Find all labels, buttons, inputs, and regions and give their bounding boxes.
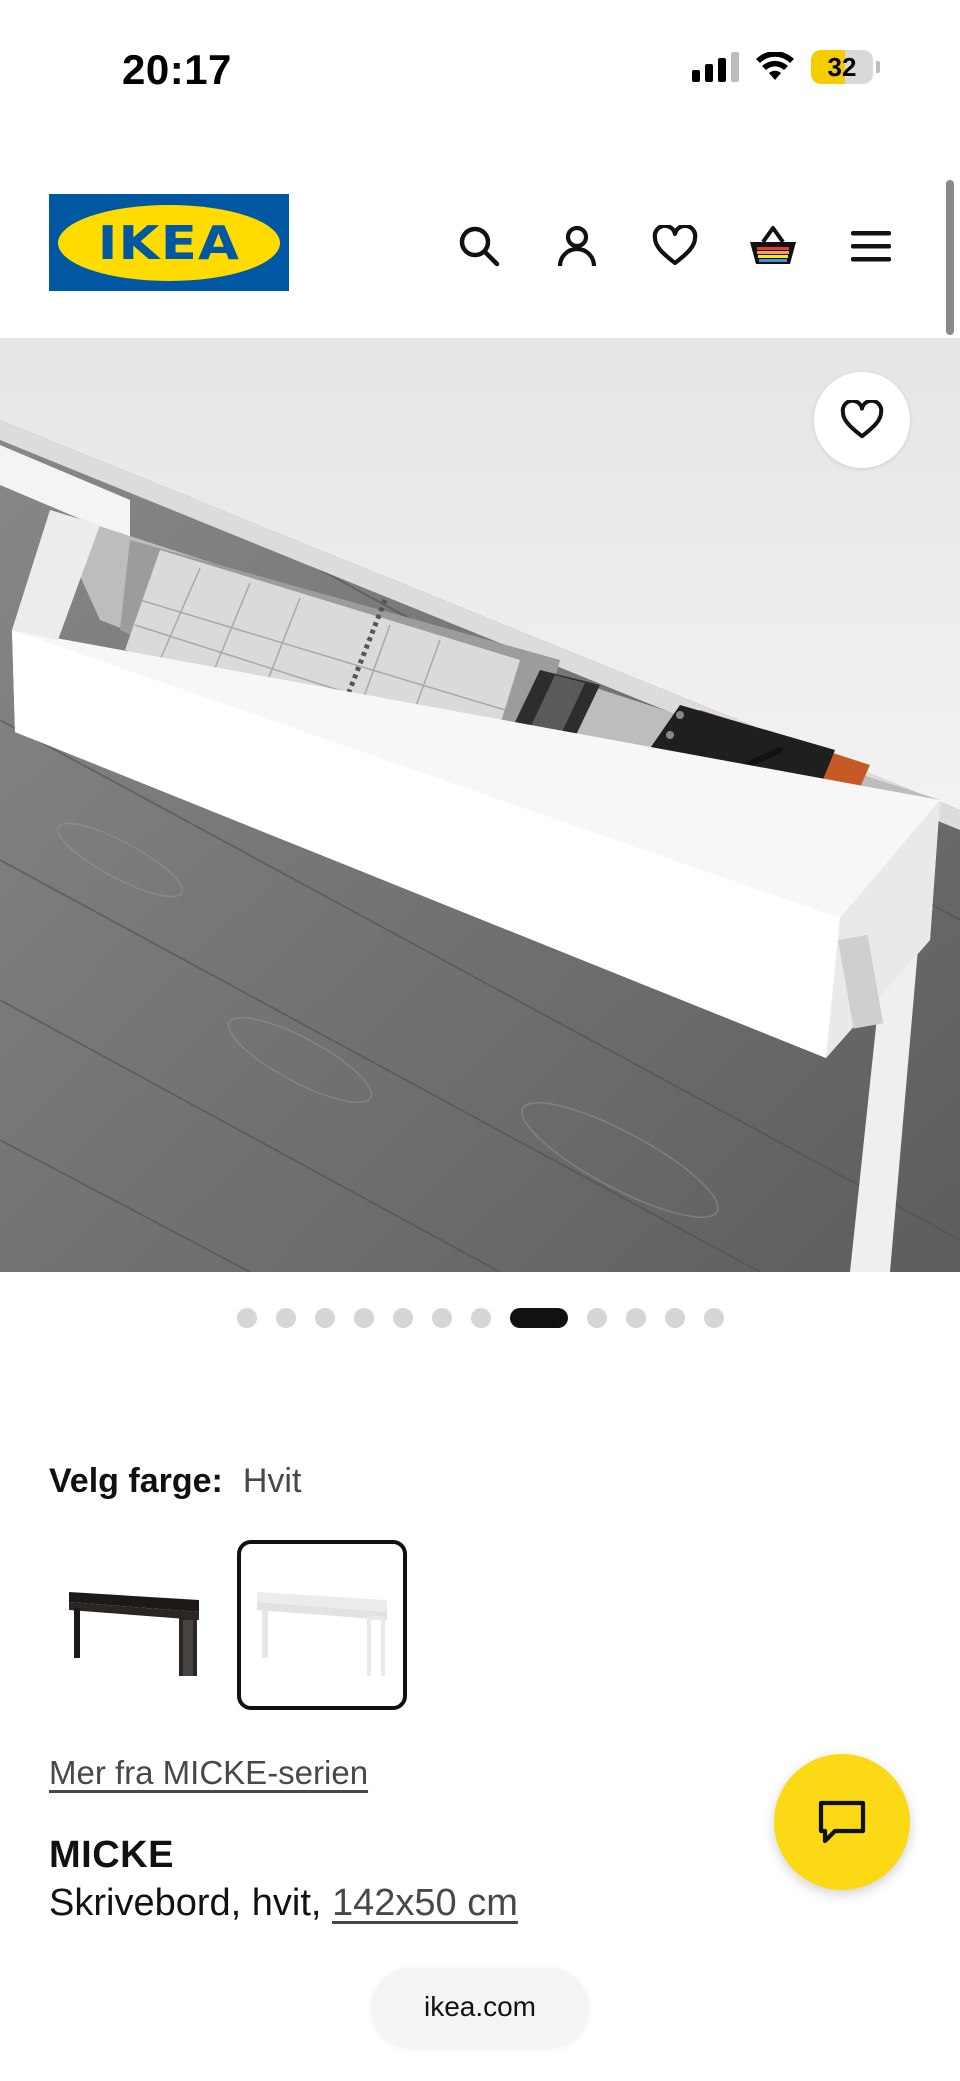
- wifi-icon: [756, 52, 794, 80]
- color-swatches: [49, 1540, 407, 1710]
- status-icons: 32: [692, 50, 880, 84]
- carousel-dot[interactable]: [703, 1308, 724, 1328]
- carousel-dot[interactable]: [664, 1308, 685, 1328]
- status-bar: 20:17 32: [0, 0, 960, 140]
- carousel-dot[interactable]: [586, 1308, 607, 1328]
- cart-icon[interactable]: [724, 216, 822, 276]
- color-option-white[interactable]: [237, 1540, 407, 1710]
- product-description-text: Skrivebord, hvit,: [49, 1882, 322, 1924]
- chat-button[interactable]: [774, 1754, 910, 1890]
- browser-url-bar[interactable]: ikea.com: [372, 1968, 588, 2046]
- color-label-value: Hvit: [242, 1462, 302, 1500]
- heart-icon: [840, 400, 884, 439]
- product-description: Skrivebord, hvit, 142x50 cm: [49, 1882, 518, 1925]
- desk-thumbnail-white: [257, 1592, 387, 1676]
- battery-icon: 32: [811, 50, 873, 84]
- carousel-dot[interactable]: [275, 1308, 296, 1328]
- header-nav: [430, 216, 920, 276]
- account-icon[interactable]: [528, 216, 626, 276]
- site-header: IKEA: [0, 160, 960, 340]
- desk-thumbnail-dark: [69, 1592, 199, 1676]
- battery-level: 32: [827, 51, 857, 82]
- product-name: MICKE: [49, 1834, 174, 1876]
- carousel-dot[interactable]: [314, 1308, 335, 1328]
- product-size-link[interactable]: 142x50 cm: [332, 1882, 518, 1924]
- favorite-button[interactable]: [814, 372, 910, 468]
- product-image[interactable]: [0, 340, 960, 1272]
- logo-text: IKEA: [97, 215, 241, 270]
- page-scrollbar[interactable]: [946, 180, 954, 335]
- series-link[interactable]: Mer fra MICKE-serien: [49, 1754, 368, 1792]
- carousel-dot[interactable]: [392, 1308, 413, 1328]
- menu-icon[interactable]: [822, 216, 920, 276]
- chat-bubble-icon: [818, 1800, 866, 1844]
- carousel-dot[interactable]: [353, 1308, 374, 1328]
- search-icon[interactable]: [430, 216, 528, 276]
- status-time: 20:17: [122, 46, 232, 93]
- carousel-dot-active[interactable]: [509, 1308, 568, 1328]
- color-option-black-brown[interactable]: [49, 1540, 219, 1710]
- color-label-key: Velg farge:: [49, 1462, 223, 1500]
- image-carousel-dots: [0, 1308, 960, 1328]
- carousel-dot[interactable]: [625, 1308, 646, 1328]
- cellular-signal-icon: [692, 52, 739, 82]
- heart-icon[interactable]: [626, 216, 724, 276]
- carousel-dot[interactable]: [431, 1308, 452, 1328]
- carousel-dot[interactable]: [470, 1308, 491, 1328]
- ikea-logo[interactable]: IKEA: [49, 194, 289, 291]
- color-selector-label: Velg farge: Hvit: [49, 1462, 301, 1501]
- carousel-dot[interactable]: [236, 1308, 257, 1328]
- desk-drawer-photo: [0, 340, 960, 1272]
